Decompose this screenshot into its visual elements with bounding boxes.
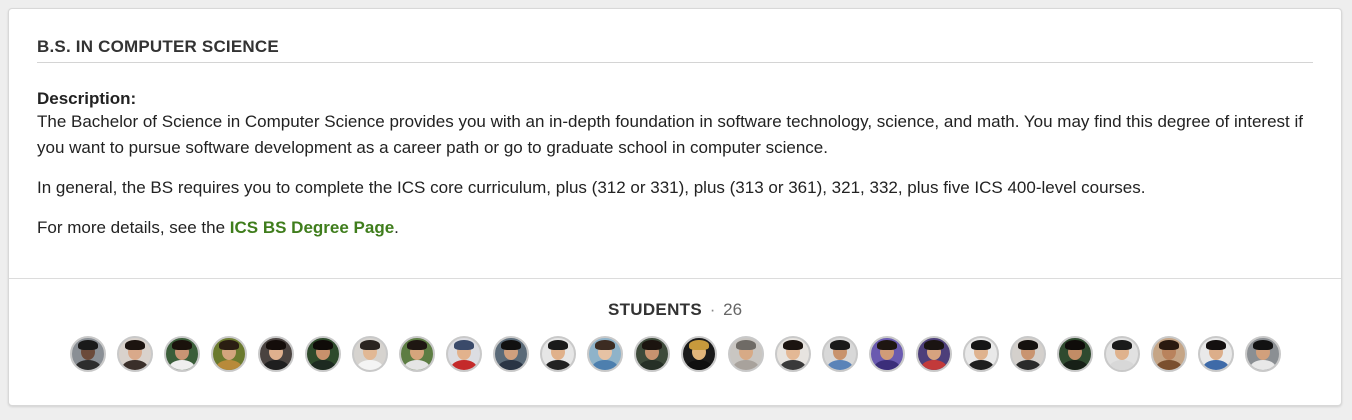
degree-title: B.S. IN COMPUTER SCIENCE (37, 37, 1313, 63)
avatar-hair (829, 340, 850, 350)
avatar-hair (312, 340, 333, 350)
avatar-shirt (591, 360, 618, 370)
avatar-hair (218, 340, 239, 350)
avatar-shirt (262, 360, 289, 370)
avatar-shirt (779, 360, 806, 370)
student-avatar[interactable] (304, 336, 341, 372)
avatar-shirt (215, 360, 242, 370)
student-avatar[interactable] (445, 336, 482, 372)
avatar-hair (453, 340, 474, 350)
student-avatar[interactable] (586, 336, 623, 372)
details-paragraph: For more details, see the ICS BS Degree … (37, 215, 1313, 241)
student-avatar[interactable] (492, 336, 529, 372)
avatar-hair (1111, 340, 1132, 350)
avatar-shirt (356, 360, 383, 370)
students-section: STUDENTS · 26 (9, 279, 1341, 372)
avatar-hair (359, 340, 380, 350)
student-avatar[interactable] (539, 336, 576, 372)
students-count: 26 (723, 300, 743, 319)
requirements-paragraph: In general, the BS requires you to compl… (37, 178, 1146, 197)
avatar-shirt (168, 360, 195, 370)
details-suffix: . (394, 218, 399, 237)
student-avatar[interactable] (915, 336, 952, 372)
student-avatar[interactable] (69, 336, 106, 372)
avatar-shirt (1108, 360, 1135, 370)
avatar-hair (1064, 340, 1085, 350)
student-avatar-list (9, 336, 1341, 372)
avatar-hair (923, 340, 944, 350)
avatar-hair (124, 340, 145, 350)
avatar-hair (876, 340, 897, 350)
avatar-shirt (873, 360, 900, 370)
students-label: STUDENTS (607, 300, 702, 319)
avatar-hair (77, 340, 98, 350)
avatar-shirt (403, 360, 430, 370)
avatar-hair (171, 340, 192, 350)
student-avatar[interactable] (633, 336, 670, 372)
avatar-shirt (450, 360, 477, 370)
avatar-shirt (967, 360, 994, 370)
student-avatar[interactable] (351, 336, 388, 372)
avatar-shirt (1061, 360, 1088, 370)
details-prefix: For more details, see the (37, 218, 230, 237)
avatar-hair (594, 340, 615, 350)
avatar-hair (782, 340, 803, 350)
avatar-hair (735, 340, 756, 350)
avatar-shirt (638, 360, 665, 370)
student-avatar[interactable] (868, 336, 905, 372)
student-avatar[interactable] (821, 336, 858, 372)
avatar-hair (641, 340, 662, 350)
students-header: STUDENTS · 26 (9, 300, 1341, 320)
avatar-shirt (497, 360, 524, 370)
student-avatar[interactable] (210, 336, 247, 372)
student-avatar[interactable] (163, 336, 200, 372)
avatar-hair (265, 340, 286, 350)
avatar-hair (1205, 340, 1226, 350)
avatar-shirt (121, 360, 148, 370)
avatar-shirt (1014, 360, 1041, 370)
avatar-hair (688, 340, 709, 350)
students-separator: · (709, 300, 716, 319)
ics-bs-degree-page-link[interactable]: ICS BS Degree Page (230, 218, 394, 237)
avatar-hair (547, 340, 568, 350)
avatar-shirt (1202, 360, 1229, 370)
student-avatar[interactable] (727, 336, 764, 372)
avatar-hair (970, 340, 991, 350)
student-avatar[interactable] (1056, 336, 1093, 372)
student-avatar[interactable] (774, 336, 811, 372)
student-avatar[interactable] (1197, 336, 1234, 372)
avatar-hair (1158, 340, 1179, 350)
degree-description-section: B.S. IN COMPUTER SCIENCE Description: Th… (9, 9, 1341, 278)
avatar-hair (500, 340, 521, 350)
student-avatar[interactable] (116, 336, 153, 372)
student-avatar[interactable] (680, 336, 717, 372)
avatar-shirt (309, 360, 336, 370)
student-avatar[interactable] (1103, 336, 1140, 372)
student-avatar[interactable] (1150, 336, 1187, 372)
avatar-hair (1252, 340, 1273, 350)
description-paragraph: The Bachelor of Science in Computer Scie… (37, 112, 1303, 157)
avatar-hair (406, 340, 427, 350)
avatar-shirt (826, 360, 853, 370)
degree-card: B.S. IN COMPUTER SCIENCE Description: Th… (8, 8, 1342, 406)
avatar-shirt (685, 360, 712, 370)
avatar-shirt (1155, 360, 1182, 370)
avatar-shirt (74, 360, 101, 370)
student-avatar[interactable] (398, 336, 435, 372)
student-avatar[interactable] (1009, 336, 1046, 372)
description-label: Description: (37, 89, 137, 108)
avatar-hair (1017, 340, 1038, 350)
student-avatar[interactable] (962, 336, 999, 372)
student-avatar[interactable] (1244, 336, 1281, 372)
avatar-shirt (544, 360, 571, 370)
avatar-shirt (1249, 360, 1276, 370)
student-avatar[interactable] (257, 336, 294, 372)
avatar-shirt (732, 360, 759, 370)
avatar-shirt (920, 360, 947, 370)
